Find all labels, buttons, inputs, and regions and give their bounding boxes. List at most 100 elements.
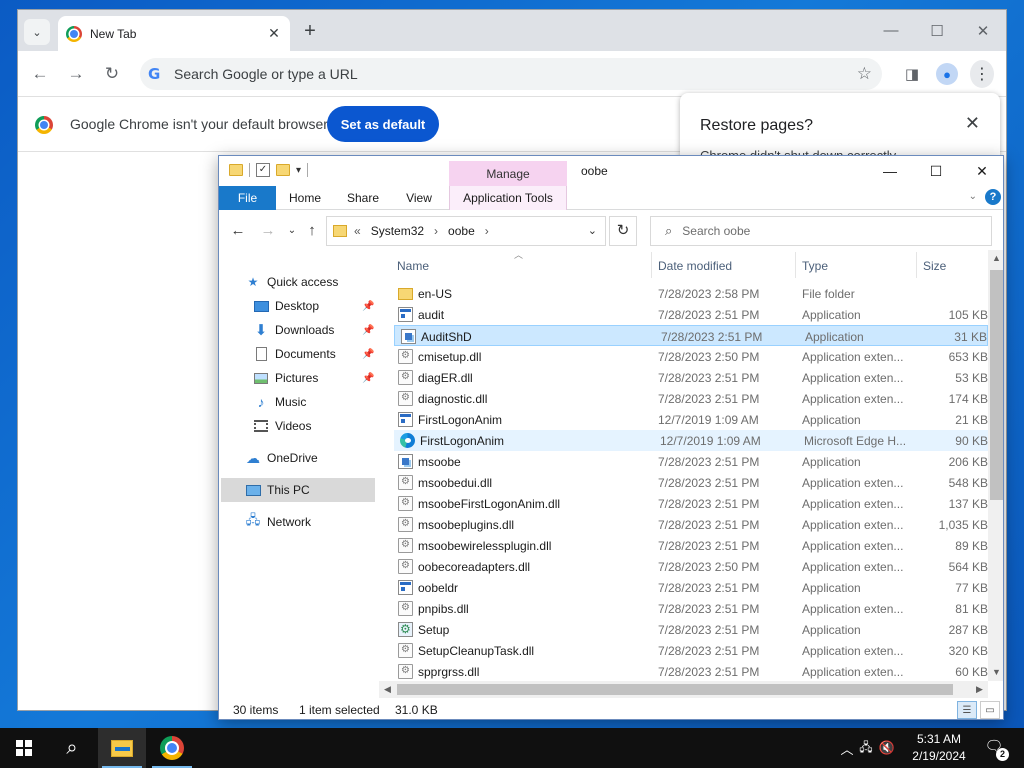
nav-this-pc[interactable]: This PC [221, 478, 375, 502]
expand-ribbon-icon[interactable]: ⌄ [969, 191, 977, 202]
omnibox[interactable]: G Search Google or type a URL ☆ [140, 58, 882, 90]
customize-toolbar-icon[interactable]: ▾ [296, 165, 301, 176]
minimize-icon[interactable]: — [867, 156, 913, 186]
up-icon[interactable]: ↑ [303, 222, 321, 240]
minimize-icon[interactable]: — [868, 10, 914, 51]
file-row[interactable]: spprgrss.dll 7/28/2023 2:51 PM Application… [392, 661, 988, 681]
file-row[interactable]: pnpibs.dll 7/28/2023 2:51 PM Application e… [392, 598, 988, 619]
back-icon[interactable]: ← [28, 62, 52, 86]
nav-onedrive[interactable]: ☁ OneDrive [219, 446, 379, 470]
chevron-right-icon[interactable]: › [485, 224, 489, 238]
tab-search-button[interactable]: ⌄ [24, 19, 50, 45]
nav-pictures[interactable]: Pictures 📌 [219, 366, 379, 390]
file-row[interactable]: SetupCleanupTask.dll 7/28/2023 2:51 PM App… [392, 640, 988, 661]
show-hidden-icons-icon[interactable]: ︿ [838, 739, 856, 758]
file-row[interactable]: msoobeplugins.dll 7/28/2023 2:51 PM Applic… [392, 514, 988, 535]
address-dropdown-icon[interactable]: ⌄ [588, 224, 597, 237]
properties-icon[interactable]: ✓ [256, 163, 270, 177]
file-row[interactable]: oobecoreadapters.dll 7/28/2023 2:50 PM App… [392, 556, 988, 577]
tab-view[interactable]: View [395, 186, 443, 210]
profile-button[interactable]: ● [935, 62, 959, 86]
close-icon[interactable]: ✕ [960, 10, 1006, 51]
reload-icon[interactable]: ↻ [100, 62, 124, 86]
file-row[interactable]: msoobedui.dll 7/28/2023 2:51 PM Applicatio… [392, 472, 988, 493]
file-row[interactable]: en-US 7/28/2023 2:58 PM File folder [392, 283, 988, 304]
column-size[interactable]: Size [923, 259, 946, 273]
explorer-titlebar: ✓ ▾ Manage oobe — ☐ ✕ [219, 156, 1003, 187]
column-name[interactable]: Name [397, 259, 429, 273]
chevron-right-icon[interactable]: › [434, 224, 438, 238]
file-date: 12/7/2019 1:09 AM [658, 413, 759, 427]
scroll-thumb[interactable] [990, 270, 1003, 500]
back-icon[interactable]: ← [229, 222, 247, 240]
address-bar[interactable]: « System32 › oobe › ⌄ [326, 216, 606, 246]
close-bubble-icon[interactable]: ✕ [965, 113, 980, 134]
file-row[interactable]: msoobeFirstLogonAnim.dll 7/28/2023 2:51 P… [392, 493, 988, 514]
action-center-button[interactable]: 🗨 2 [982, 737, 1009, 761]
search-input[interactable]: ⌕ Search oobe [650, 216, 992, 246]
manage-context-tab[interactable]: Manage [449, 161, 567, 187]
nav-desktop[interactable]: Desktop 📌 [219, 294, 379, 318]
details-view-icon[interactable]: ☰ [957, 701, 977, 719]
refresh-button[interactable]: ↻ [609, 216, 637, 246]
close-icon[interactable]: ✕ [959, 156, 1003, 186]
forward-icon[interactable]: → [259, 222, 277, 240]
hscroll-thumb[interactable] [397, 684, 953, 695]
file-row[interactable]: FirstLogonAnim 12/7/2019 1:09 AM Microsoft… [394, 430, 988, 451]
help-icon[interactable]: ? [985, 189, 1001, 205]
file-row[interactable]: cmisetup.dll 7/28/2023 2:50 PM Application… [392, 346, 988, 367]
vertical-scrollbar[interactable]: ▲ ▼ [988, 250, 1003, 681]
side-panel-icon[interactable]: ◨ [900, 62, 924, 86]
clock[interactable]: 5:31 AM 2/19/2024 [904, 731, 974, 765]
file-row[interactable]: diagER.dll 7/28/2023 2:51 PM Application e… [392, 367, 988, 388]
bookmark-star-icon[interactable]: ☆ [857, 64, 872, 84]
breadcrumb-oobe[interactable]: oobe [448, 224, 475, 238]
horizontal-scrollbar[interactable]: ◀ ▶ [379, 681, 988, 698]
start-button[interactable] [0, 728, 48, 768]
search-icon: ⌕ [665, 223, 673, 238]
nav-music[interactable]: ♪ Music [219, 390, 379, 414]
tab-share[interactable]: Share [339, 186, 387, 210]
set-as-default-button[interactable]: Set as default [327, 106, 439, 142]
new-folder-icon[interactable] [276, 164, 290, 176]
tab-application-tools[interactable]: Application Tools [449, 186, 567, 210]
nav-network[interactable]: 🖧 Network [219, 510, 379, 534]
scroll-left-icon[interactable]: ◀ [379, 681, 396, 698]
scroll-right-icon[interactable]: ▶ [971, 681, 988, 698]
file-row[interactable]: msoobewirelessplugin.dll 7/28/2023 2:51 P… [392, 535, 988, 556]
file-row[interactable]: FirstLogonAnim 12/7/2019 1:09 AM Applicati… [392, 409, 988, 430]
file-row[interactable]: Setup 7/28/2023 2:51 PM Application 287 KB [392, 619, 988, 640]
column-date-modified[interactable]: Date modified [658, 259, 732, 273]
network-status-icon[interactable]: 🖧 [856, 738, 876, 759]
nav-documents[interactable]: Documents 📌 [219, 342, 379, 366]
close-tab-icon[interactable]: ✕ [266, 25, 282, 42]
status-item-count: 30 items [233, 703, 279, 717]
file-row[interactable]: AuditShD 7/28/2023 2:51 PM Application 31 K… [394, 325, 988, 346]
chrome-tab-new-tab[interactable]: New Tab ✕ [58, 16, 290, 51]
nav-quick-access[interactable]: ★ Quick access [219, 270, 379, 294]
chrome-menu-button[interactable]: ⋮ [970, 60, 994, 88]
taskbar-chrome[interactable] [148, 728, 196, 768]
file-row[interactable]: msoobe 7/28/2023 2:51 PM Application 206 KB [392, 451, 988, 472]
nav-downloads[interactable]: ⬇ Downloads 📌 [219, 318, 379, 342]
taskbar-file-explorer[interactable] [98, 728, 146, 768]
overflow-crumb[interactable]: « [354, 224, 361, 238]
large-icons-view-icon[interactable]: ▭ [980, 701, 1000, 719]
forward-icon[interactable]: → [64, 62, 88, 86]
breadcrumb-system32[interactable]: System32 [371, 224, 424, 238]
scroll-up-icon[interactable]: ▲ [988, 250, 1003, 267]
maximize-icon[interactable]: ☐ [914, 10, 960, 51]
recent-locations-icon[interactable]: ⌄ [283, 222, 301, 240]
file-row[interactable]: audit 7/28/2023 2:51 PM Application 105 KB [392, 304, 988, 325]
column-type[interactable]: Type [802, 259, 828, 273]
tab-home[interactable]: Home [281, 186, 329, 210]
tab-file[interactable]: File [219, 186, 276, 210]
scroll-down-icon[interactable]: ▼ [988, 664, 1003, 681]
taskbar-search-icon[interactable]: ⌕ [48, 728, 96, 768]
maximize-icon[interactable]: ☐ [913, 156, 959, 186]
file-row[interactable]: oobeldr 7/28/2023 2:51 PM Application 77 KB [392, 577, 988, 598]
new-tab-button[interactable]: + [298, 20, 322, 44]
speaker-muted-icon[interactable]: 🔇 [876, 740, 898, 756]
file-row[interactable]: diagnostic.dll 7/28/2023 2:51 PM Applicati… [392, 388, 988, 409]
nav-videos[interactable]: Videos [219, 414, 379, 438]
